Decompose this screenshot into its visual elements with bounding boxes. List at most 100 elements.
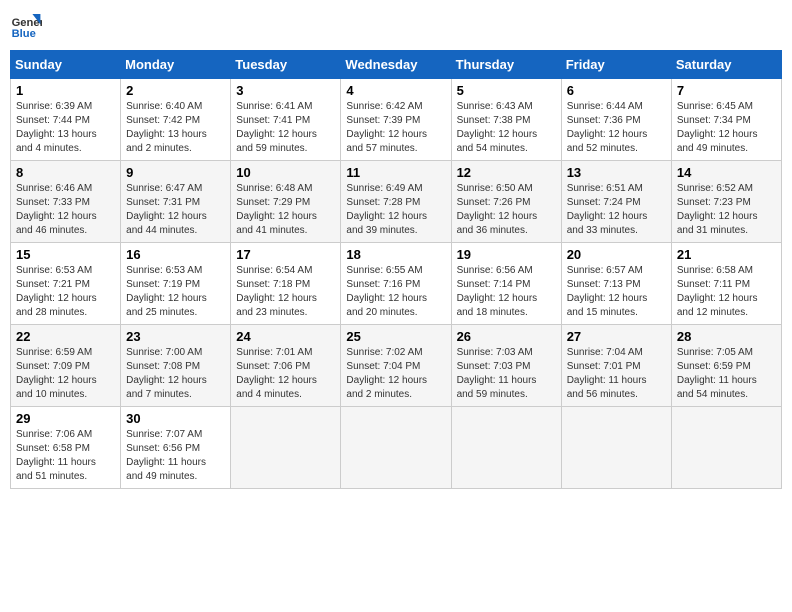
- empty-cell: [341, 407, 451, 489]
- empty-cell: [561, 407, 671, 489]
- day-number: 25: [346, 329, 445, 344]
- logo-icon: General Blue: [10, 10, 42, 42]
- day-cell-15: 15Sunrise: 6:53 AMSunset: 7:21 PMDayligh…: [11, 243, 121, 325]
- day-number: 22: [16, 329, 115, 344]
- day-cell-16: 16 Sunrise: 6:53 AMSunset: 7:19 PMDayligh…: [121, 243, 231, 325]
- day-cell-7: 7 Sunrise: 6:45 AMSunset: 7:34 PMDaylight…: [671, 79, 781, 161]
- day-cell-20: 20Sunrise: 6:57 AMSunset: 7:13 PMDayligh…: [561, 243, 671, 325]
- day-detail: Sunrise: 7:00 AMSunset: 7:08 PMDaylight:…: [126, 346, 225, 402]
- day-cell-12: 12 Sunrise: 6:50 AMSunset: 7:26 PMDayligh…: [451, 161, 561, 243]
- week-row-2: 8 Sunrise: 6:46 AMSunset: 7:33 PMDaylight…: [11, 161, 782, 243]
- day-cell-2: 2 Sunrise: 6:40 AMSunset: 7:42 PMDaylight…: [121, 79, 231, 161]
- day-detail: Sunrise: 6:44 AMSunset: 7:36 PMDaylight:…: [567, 100, 666, 156]
- day-number: 6: [567, 83, 666, 98]
- day-number: 2: [126, 83, 225, 98]
- day-number: 16: [126, 247, 225, 262]
- day-detail: Sunrise: 6:46 AMSunset: 7:33 PMDaylight:…: [16, 182, 115, 238]
- column-header-monday: Monday: [121, 51, 231, 79]
- day-number: 21: [677, 247, 776, 262]
- day-number: 14: [677, 165, 776, 180]
- empty-cell: [671, 407, 781, 489]
- day-detail: Sunrise: 6:55 AMSunset: 7:16 PMDaylight:…: [346, 264, 445, 320]
- column-header-sunday: Sunday: [11, 51, 121, 79]
- day-number: 28: [677, 329, 776, 344]
- day-detail: Sunrise: 7:02 AMSunset: 7:04 PMDaylight:…: [346, 346, 445, 402]
- day-detail: Sunrise: 7:07 AMSunset: 6:56 PMDaylight:…: [126, 428, 225, 484]
- day-cell-8: 8 Sunrise: 6:46 AMSunset: 7:33 PMDaylight…: [11, 161, 121, 243]
- day-number: 7: [677, 83, 776, 98]
- day-cell-29: 29 Sunrise: 7:06 AMSunset: 6:58 PMDayligh…: [11, 407, 121, 489]
- empty-cell: [451, 407, 561, 489]
- column-header-wednesday: Wednesday: [341, 51, 451, 79]
- day-detail: Sunrise: 7:01 AMSunset: 7:06 PMDaylight:…: [236, 346, 335, 402]
- day-detail: Sunrise: 6:54 AMSunset: 7:18 PMDaylight:…: [236, 264, 335, 320]
- day-number: 13: [567, 165, 666, 180]
- day-cell-3: 3 Sunrise: 6:41 AMSunset: 7:41 PMDaylight…: [231, 79, 341, 161]
- week-row-3: 15Sunrise: 6:53 AMSunset: 7:21 PMDayligh…: [11, 243, 782, 325]
- day-number: 24: [236, 329, 335, 344]
- day-cell-13: 13 Sunrise: 6:51 AMSunset: 7:24 PMDayligh…: [561, 161, 671, 243]
- day-number: 20: [567, 247, 666, 262]
- day-detail: Sunrise: 6:49 AMSunset: 7:28 PMDaylight:…: [346, 182, 445, 238]
- day-detail: Sunrise: 6:50 AMSunset: 7:26 PMDaylight:…: [457, 182, 556, 238]
- day-number: 19: [457, 247, 556, 262]
- day-detail: Sunrise: 6:52 AMSunset: 7:23 PMDaylight:…: [677, 182, 776, 238]
- day-detail: Sunrise: 7:06 AMSunset: 6:58 PMDaylight:…: [16, 428, 115, 484]
- day-cell-28: 28 Sunrise: 7:05 AMSunset: 6:59 PMDayligh…: [671, 325, 781, 407]
- day-number: 9: [126, 165, 225, 180]
- day-number: 12: [457, 165, 556, 180]
- day-cell-6: 6 Sunrise: 6:44 AMSunset: 7:36 PMDaylight…: [561, 79, 671, 161]
- day-detail: Sunrise: 7:03 AMSunset: 7:03 PMDaylight:…: [457, 346, 556, 402]
- day-detail: Sunrise: 6:53 AMSunset: 7:21 PMDaylight:…: [16, 264, 115, 320]
- column-header-tuesday: Tuesday: [231, 51, 341, 79]
- day-cell-21: 21 Sunrise: 6:58 AMSunset: 7:11 PMDayligh…: [671, 243, 781, 325]
- day-number: 26: [457, 329, 556, 344]
- day-number: 23: [126, 329, 225, 344]
- day-detail: Sunrise: 6:59 AMSunset: 7:09 PMDaylight:…: [16, 346, 115, 402]
- day-detail: Sunrise: 6:43 AMSunset: 7:38 PMDaylight:…: [457, 100, 556, 156]
- day-cell-30: 30 Sunrise: 7:07 AMSunset: 6:56 PMDayligh…: [121, 407, 231, 489]
- day-number: 29: [16, 411, 115, 426]
- day-number: 1: [16, 83, 115, 98]
- day-detail: Sunrise: 6:40 AMSunset: 7:42 PMDaylight:…: [126, 100, 225, 156]
- day-cell-26: 26 Sunrise: 7:03 AMSunset: 7:03 PMDayligh…: [451, 325, 561, 407]
- day-cell-4: 4 Sunrise: 6:42 AMSunset: 7:39 PMDaylight…: [341, 79, 451, 161]
- day-number: 27: [567, 329, 666, 344]
- day-number: 18: [346, 247, 445, 262]
- week-row-5: 29 Sunrise: 7:06 AMSunset: 6:58 PMDayligh…: [11, 407, 782, 489]
- day-cell-9: 9 Sunrise: 6:47 AMSunset: 7:31 PMDaylight…: [121, 161, 231, 243]
- day-detail: Sunrise: 6:53 AMSunset: 7:19 PMDaylight:…: [126, 264, 225, 320]
- day-number: 17: [236, 247, 335, 262]
- logo: General Blue: [10, 10, 42, 42]
- day-cell-19: 19 Sunrise: 6:56 AMSunset: 7:14 PMDayligh…: [451, 243, 561, 325]
- week-row-1: 1 Sunrise: 6:39 AMSunset: 7:44 PMDaylight…: [11, 79, 782, 161]
- day-detail: Sunrise: 6:45 AMSunset: 7:34 PMDaylight:…: [677, 100, 776, 156]
- column-header-saturday: Saturday: [671, 51, 781, 79]
- day-number: 3: [236, 83, 335, 98]
- day-detail: Sunrise: 6:56 AMSunset: 7:14 PMDaylight:…: [457, 264, 556, 320]
- day-cell-25: 25 Sunrise: 7:02 AMSunset: 7:04 PMDayligh…: [341, 325, 451, 407]
- svg-text:Blue: Blue: [12, 28, 36, 40]
- empty-cell: [231, 407, 341, 489]
- column-header-friday: Friday: [561, 51, 671, 79]
- day-number: 10: [236, 165, 335, 180]
- day-detail: Sunrise: 6:58 AMSunset: 7:11 PMDaylight:…: [677, 264, 776, 320]
- day-detail: Sunrise: 6:42 AMSunset: 7:39 PMDaylight:…: [346, 100, 445, 156]
- day-number: 30: [126, 411, 225, 426]
- day-cell-23: 23 Sunrise: 7:00 AMSunset: 7:08 PMDayligh…: [121, 325, 231, 407]
- day-cell-17: 17 Sunrise: 6:54 AMSunset: 7:18 PMDayligh…: [231, 243, 341, 325]
- day-detail: Sunrise: 6:39 AMSunset: 7:44 PMDaylight:…: [16, 100, 115, 156]
- day-detail: Sunrise: 6:41 AMSunset: 7:41 PMDaylight:…: [236, 100, 335, 156]
- week-row-4: 22 Sunrise: 6:59 AMSunset: 7:09 PMDayligh…: [11, 325, 782, 407]
- day-detail: Sunrise: 6:51 AMSunset: 7:24 PMDaylight:…: [567, 182, 666, 238]
- day-cell-18: 18 Sunrise: 6:55 AMSunset: 7:16 PMDayligh…: [341, 243, 451, 325]
- day-detail: Sunrise: 7:05 AMSunset: 6:59 PMDaylight:…: [677, 346, 776, 402]
- day-number: 4: [346, 83, 445, 98]
- day-cell-1: 1 Sunrise: 6:39 AMSunset: 7:44 PMDaylight…: [11, 79, 121, 161]
- day-number: 8: [16, 165, 115, 180]
- day-number: 5: [457, 83, 556, 98]
- day-detail: Sunrise: 6:47 AMSunset: 7:31 PMDaylight:…: [126, 182, 225, 238]
- day-cell-24: 24 Sunrise: 7:01 AMSunset: 7:06 PMDayligh…: [231, 325, 341, 407]
- page-header: General Blue: [10, 10, 782, 42]
- day-number: 11: [346, 165, 445, 180]
